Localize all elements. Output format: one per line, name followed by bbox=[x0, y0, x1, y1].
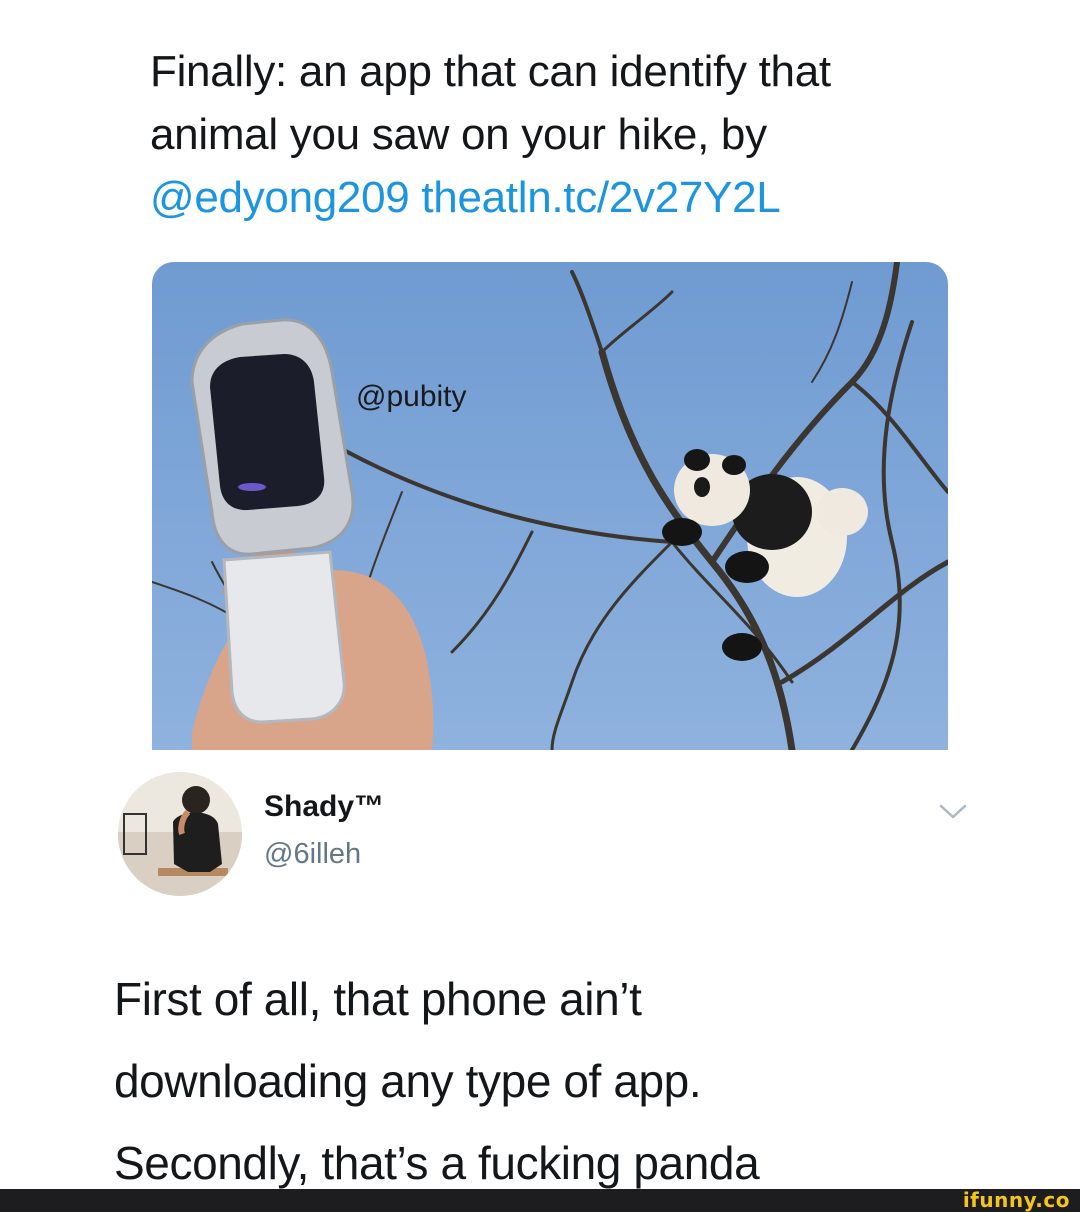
pubity-watermark: @pubity bbox=[356, 380, 467, 413]
media-image[interactable] bbox=[152, 262, 948, 750]
ifunny-logo: ifunny.co bbox=[962, 1188, 1070, 1212]
quoted-line-1: Finally: an app that can identify that bbox=[150, 47, 831, 96]
chevron-down-icon[interactable] bbox=[938, 802, 968, 822]
tweet-line-1: First of all, that phone ain’t bbox=[114, 973, 642, 1025]
quoted-tweet-text: Finally: an app that can identify that a… bbox=[150, 40, 970, 229]
tweet-text: First of all, that phone ain’t downloadi… bbox=[114, 958, 1014, 1204]
author-display-name[interactable]: Shady™ bbox=[264, 790, 384, 824]
avatar-photo bbox=[118, 772, 242, 896]
tweet-line-2: downloading any type of app. bbox=[114, 1055, 702, 1107]
ifunny-footer-bar: ifunny.co bbox=[0, 1189, 1080, 1212]
author-handle[interactable]: @6illeh bbox=[264, 838, 361, 871]
article-link[interactable]: theatln.tc/2v27Y2L bbox=[421, 173, 780, 222]
avatar[interactable] bbox=[118, 772, 242, 896]
panda-photo bbox=[152, 262, 948, 750]
quoted-line-3: @edyong209 theatln.tc/2v27Y2L bbox=[150, 166, 970, 229]
mention-link[interactable]: @edyong209 bbox=[150, 173, 410, 222]
quoted-line-2: animal you saw on your hike, by bbox=[150, 110, 767, 159]
